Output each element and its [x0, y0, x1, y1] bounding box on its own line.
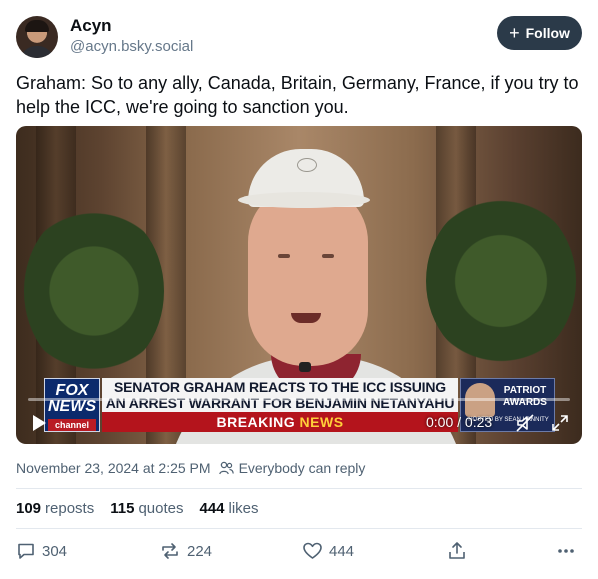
heart-icon: [303, 542, 322, 559]
repost-count: 224: [187, 542, 213, 560]
repost-icon: [162, 543, 178, 559]
post-meta: November 23, 2024 at 2:25 PM Everybody c…: [16, 460, 365, 476]
video-controls: 0:00 / 0:23: [16, 396, 582, 444]
reposts-count: 109: [16, 500, 42, 517]
post-stats: 109 reposts 115 quotes 444 likes: [16, 500, 259, 517]
reply-button[interactable]: 304: [16, 541, 67, 561]
fullscreen-icon[interactable]: [551, 414, 569, 432]
follow-label: Follow: [525, 25, 570, 41]
background-plant: [426, 196, 576, 366]
plus-icon: +: [509, 22, 520, 43]
quotes-count: 115: [110, 500, 135, 517]
reply-icon: [18, 543, 34, 559]
likes-stat[interactable]: 444 likes: [199, 500, 258, 517]
share-button[interactable]: [447, 541, 467, 561]
speaker-eye: [278, 254, 290, 258]
divider: [16, 488, 582, 489]
avatar-shirt: [20, 46, 54, 58]
avatar-hair: [25, 20, 49, 32]
post-card: Acyn @acyn.bsky.social + Follow Graham: …: [0, 0, 598, 579]
author-handle[interactable]: @acyn.bsky.social: [70, 38, 193, 55]
reply-setting[interactable]: Everybody can reply: [218, 460, 366, 476]
post-text: Graham: So to any ally, Canada, Britain,…: [16, 73, 579, 117]
background-plant: [24, 206, 164, 376]
share-icon: [449, 542, 465, 559]
cap-logo: [297, 158, 317, 172]
reposts-label: reposts: [45, 500, 95, 517]
quotes-label: quotes: [138, 500, 184, 517]
video-progress-bar[interactable]: [28, 398, 570, 401]
reply-count: 304: [42, 542, 68, 560]
author-display-name[interactable]: Acyn: [70, 16, 112, 36]
post-timestamp[interactable]: November 23, 2024 at 2:25 PM: [16, 460, 211, 476]
avatar[interactable]: [16, 16, 58, 58]
reposts-stat[interactable]: 109 reposts: [16, 500, 94, 517]
post-actions: 304 224 444: [16, 541, 582, 565]
follow-button[interactable]: + Follow: [497, 16, 582, 50]
repost-button[interactable]: 224: [159, 541, 212, 561]
likes-label: likes: [228, 500, 259, 517]
likes-count: 444: [199, 500, 225, 517]
promo-line1: PATRIOT: [503, 385, 547, 396]
like-button[interactable]: 444: [302, 541, 354, 561]
reply-setting-label: Everybody can reply: [238, 460, 366, 476]
video-player[interactable]: FOX NEWS channel SENATOR GRAHAM REACTS T…: [16, 126, 582, 444]
divider: [16, 528, 582, 529]
more-options-button[interactable]: [556, 541, 576, 561]
people-icon: [218, 461, 234, 475]
speaker-cap-brim: [238, 192, 370, 208]
headline-line1: SENATOR GRAHAM REACTS TO THE ICC ISSUING: [114, 379, 446, 395]
muted-speaker-icon[interactable]: [516, 414, 534, 432]
speaker-face: [248, 184, 368, 366]
lapel-mic: [299, 362, 311, 372]
speaker-eye: [322, 254, 334, 258]
video-time: 0:00 / 0:23: [426, 414, 493, 430]
more-dots-icon: [558, 549, 574, 553]
like-count: 444: [329, 542, 355, 560]
quotes-stat[interactable]: 115 quotes: [110, 500, 183, 517]
play-icon[interactable]: [31, 414, 47, 432]
